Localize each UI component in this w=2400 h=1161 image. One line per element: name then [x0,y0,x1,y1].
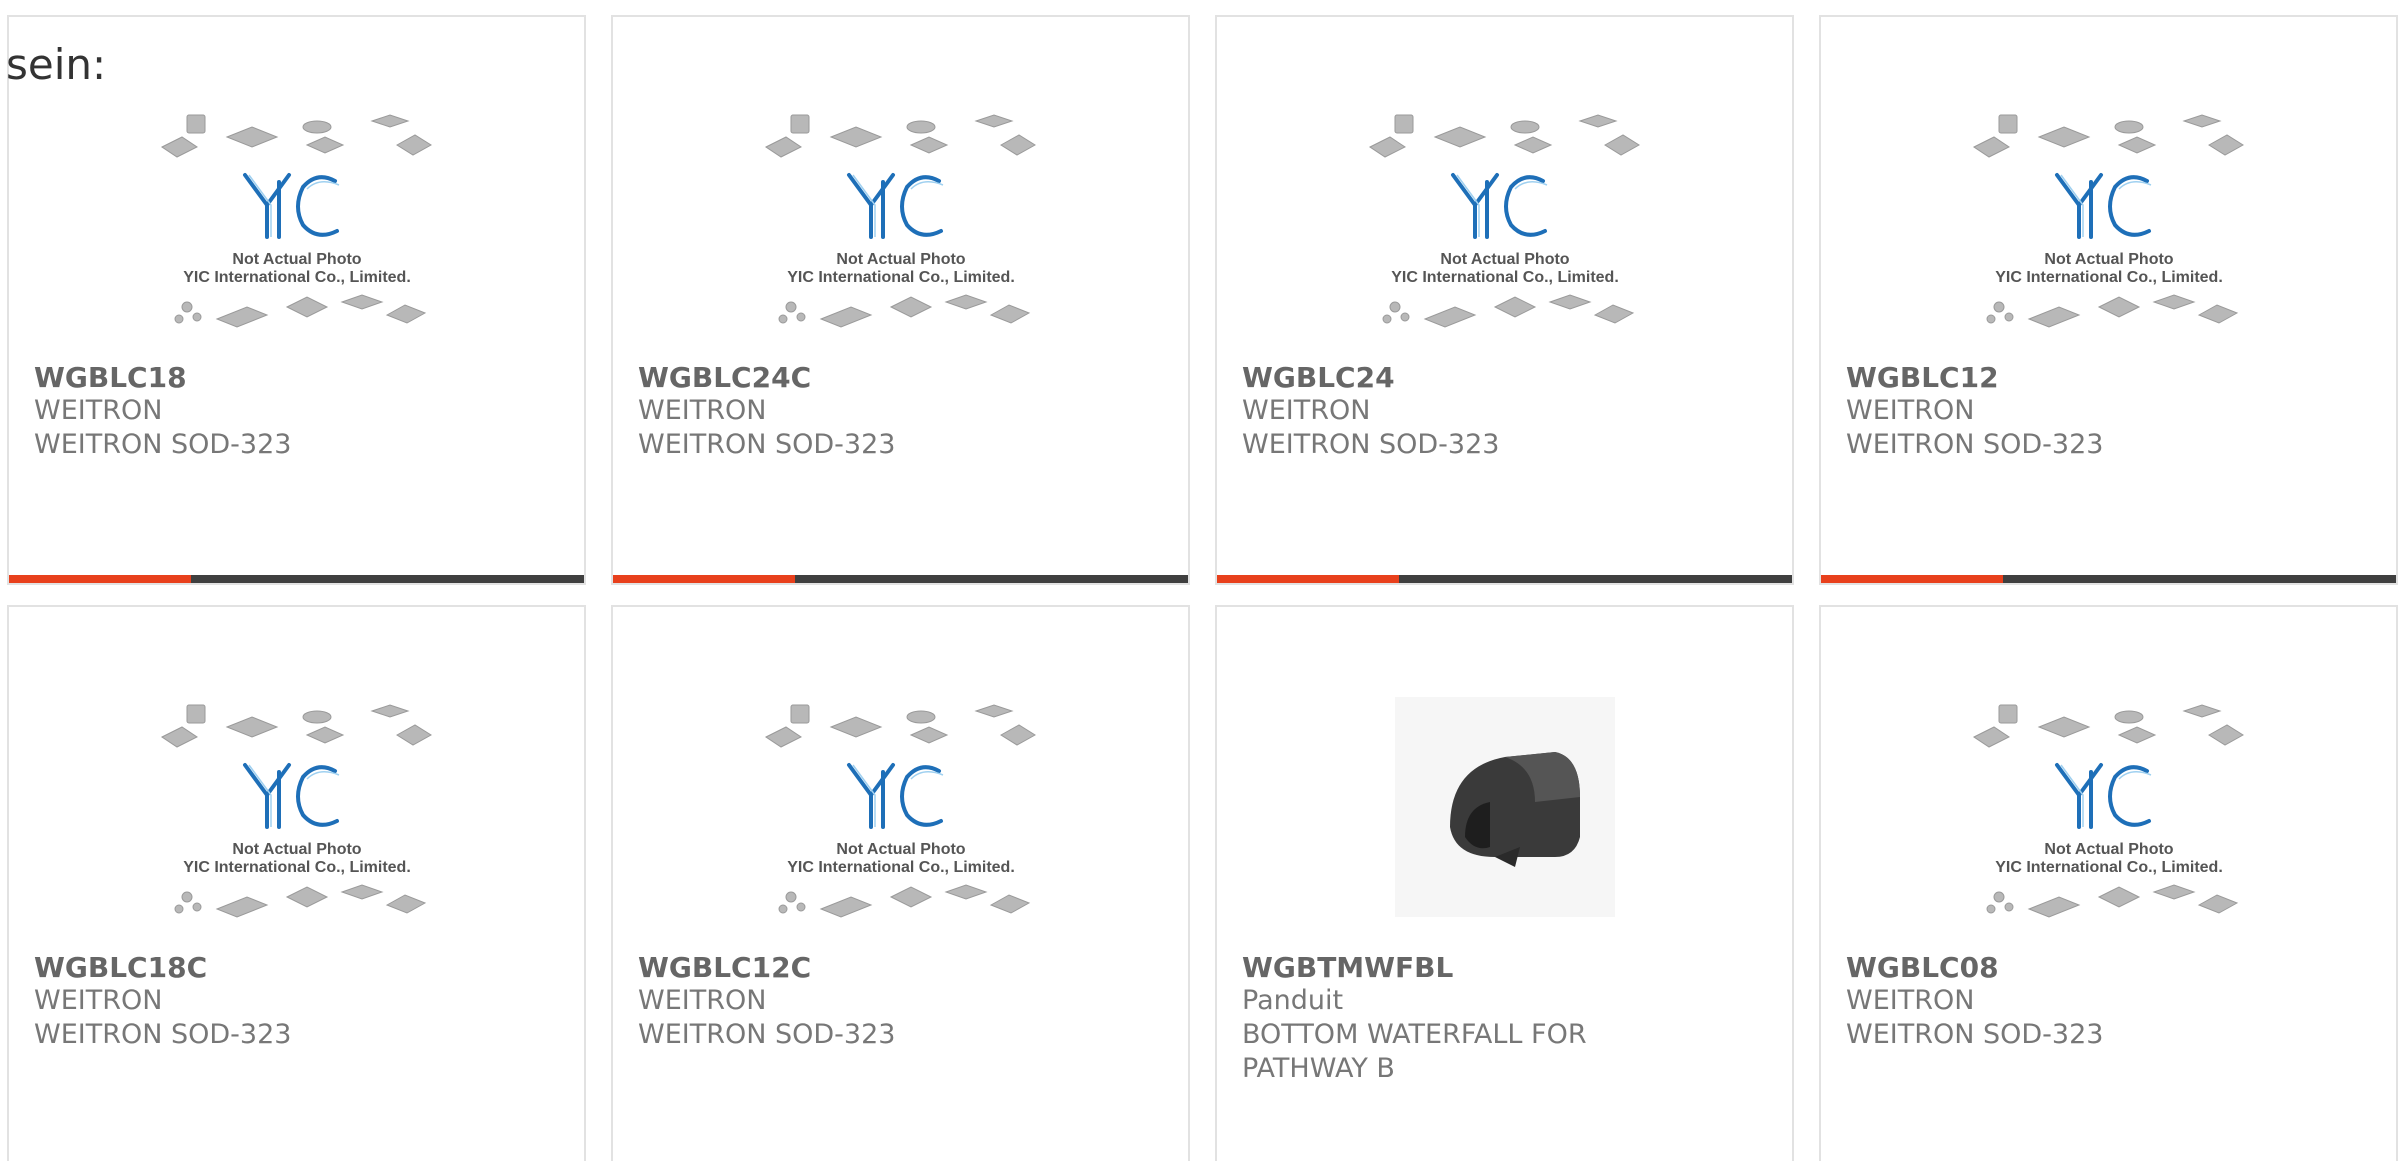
product-image[interactable]: Not Actual Photo YIC International Co., … [9,697,584,937]
manufacturer: WEITRON [34,395,163,426]
yic-placeholder-logo: Not Actual Photo YIC International Co., … [1972,114,2244,328]
description: WEITRON SOD-323 [1846,429,2104,460]
placeholder-line1: Not Actual Photo [2044,251,2173,268]
description: WEITRON SOD-323 [34,1019,292,1050]
yic-placeholder-logo: Not Actual Photo YIC International Co., … [764,114,1036,328]
placeholder-line1: Not Actual Photo [836,841,965,858]
placeholder-line1: Not Actual Photo [1440,251,1569,268]
manufacturer: WEITRON [1846,985,1975,1016]
product-card[interactable]: WGBTMWFBL Panduit BOTTOM WATERFALL FOR P… [1215,605,1794,1161]
product-card[interactable]: Not Actual Photo YIC International Co., … [7,605,586,1161]
part-number[interactable]: WGBLC18 [34,360,187,396]
product-card[interactable]: Not Actual Photo YIC International Co., … [1819,605,2398,1161]
part-number[interactable]: WGBLC24 [1242,360,1395,396]
placeholder-line1: Not Actual Photo [232,251,361,268]
description: WEITRON SOD-323 [34,429,292,460]
placeholder-line1: Not Actual Photo [2044,841,2173,858]
product-image[interactable]: Not Actual Photo YIC International Co., … [9,107,584,347]
accent-segment [1217,575,1399,583]
accent-segment [1821,575,2003,583]
part-number[interactable]: WGBLC18C [34,950,207,986]
product-image[interactable]: Not Actual Photo YIC International Co., … [1821,697,2396,937]
product-image[interactable]: Not Actual Photo YIC International Co., … [613,697,1188,937]
intro-text: sein: [6,40,107,89]
product-grid: Not Actual Photo YIC International Co., … [0,0,2400,1161]
product-card[interactable]: Not Actual Photo YIC International Co., … [611,605,1190,1161]
product-card[interactable]: Not Actual Photo YIC International Co., … [1819,15,2398,585]
placeholder-line2: YIC International Co., Limited. [787,269,1015,286]
accent-segment [9,575,191,583]
product-image[interactable]: Not Actual Photo YIC International Co., … [613,107,1188,347]
yic-placeholder-logo: Not Actual Photo YIC International Co., … [160,704,432,918]
product-image[interactable]: Not Actual Photo YIC International Co., … [1217,107,1792,347]
product-image[interactable] [1217,697,1792,937]
yic-placeholder-logo: Not Actual Photo YIC International Co., … [160,114,432,328]
manufacturer: WEITRON [638,395,767,426]
accent-segment [613,575,795,583]
product-card[interactable]: Not Actual Photo YIC International Co., … [611,15,1190,585]
yic-placeholder-logo: Not Actual Photo YIC International Co., … [1368,114,1640,328]
placeholder-line2: YIC International Co., Limited. [183,859,411,876]
product-card[interactable]: Not Actual Photo YIC International Co., … [7,15,586,585]
part-number[interactable]: WGBLC08 [1846,950,1999,986]
placeholder-line2: YIC International Co., Limited. [787,859,1015,876]
placeholder-line2: YIC International Co., Limited. [1995,859,2223,876]
manufacturer: Panduit [1242,985,1344,1016]
part-number[interactable]: WGBLC24C [638,360,811,396]
description: WEITRON SOD-323 [1242,429,1500,460]
yic-placeholder-logo: Not Actual Photo YIC International Co., … [1972,704,2244,918]
description: WEITRON SOD-323 [638,1019,896,1050]
yic-placeholder-logo: Not Actual Photo YIC International Co., … [764,704,1036,918]
card-footer-bar [9,575,584,583]
manufacturer: WEITRON [34,985,163,1016]
card-footer-bar [613,575,1188,583]
manufacturer: WEITRON [1242,395,1371,426]
part-number[interactable]: WGBTMWFBL [1242,950,1453,986]
card-footer-bar [1821,575,2396,583]
manufacturer: WEITRON [1846,395,1975,426]
part-number[interactable]: WGBLC12C [638,950,811,986]
product-image[interactable]: Not Actual Photo YIC International Co., … [1821,107,2396,347]
description: BOTTOM WATERFALL FOR PATHWAY B [1242,1019,1587,1084]
part-number[interactable]: WGBLC12 [1846,360,1999,396]
placeholder-line1: Not Actual Photo [232,841,361,858]
placeholder-line2: YIC International Co., Limited. [1995,269,2223,286]
placeholder-line2: YIC International Co., Limited. [1391,269,1619,286]
placeholder-line2: YIC International Co., Limited. [183,269,411,286]
description: WEITRON SOD-323 [1846,1019,2104,1050]
card-footer-bar [1217,575,1792,583]
description: WEITRON SOD-323 [638,429,896,460]
manufacturer: WEITRON [638,985,767,1016]
placeholder-line1: Not Actual Photo [836,251,965,268]
product-card[interactable]: Not Actual Photo YIC International Co., … [1215,15,1794,585]
product-photo [1394,697,1615,917]
